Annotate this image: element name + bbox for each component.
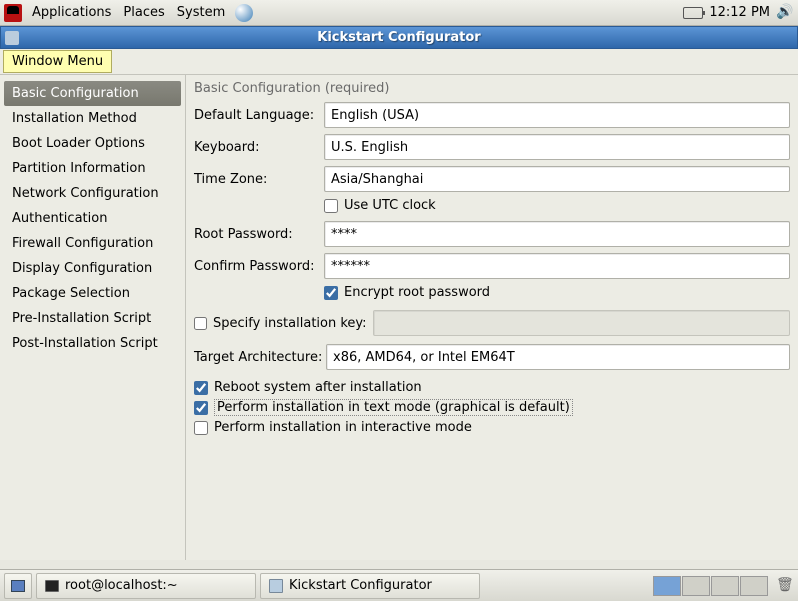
sidebar-item-post-installation-script[interactable]: Post-Installation Script (4, 331, 181, 356)
label-interactive[interactable]: Perform installation in interactive mode (214, 420, 472, 435)
window-menu-button[interactable]: Window Menu (3, 50, 112, 73)
menu-places[interactable]: Places (117, 5, 170, 20)
trash-icon[interactable] (776, 577, 794, 595)
taskbar-item-kickstart[interactable]: Kickstart Configurator (260, 573, 480, 599)
sidebar-item-boot-loader-options[interactable]: Boot Loader Options (4, 131, 181, 156)
input-default-language[interactable] (324, 102, 790, 128)
input-confirm-password[interactable] (324, 253, 790, 279)
input-target-arch[interactable] (326, 344, 790, 370)
checkbox-reboot-after[interactable] (194, 381, 208, 395)
checkbox-encrypt-root[interactable] (324, 286, 338, 300)
sidebar-item-firewall-configuration[interactable]: Firewall Configuration (4, 231, 181, 256)
menubar: Window Menu (0, 49, 798, 75)
taskbar-item-kickstart-label: Kickstart Configurator (289, 578, 432, 593)
label-target-arch: Target Architecture: (194, 350, 326, 365)
workspace-1[interactable] (653, 576, 681, 596)
sidebar-item-partition-information[interactable]: Partition Information (4, 156, 181, 181)
window-icon (5, 31, 19, 45)
input-root-password[interactable] (324, 221, 790, 247)
titlebar[interactable]: Kickstart Configurator (0, 26, 798, 49)
kickstart-window: Kickstart Configurator Window Menu Basic… (0, 26, 798, 560)
bottom-panel: root@localhost:~ Kickstart Configurator (0, 569, 798, 601)
checkbox-interactive[interactable] (194, 421, 208, 435)
taskbar-item-terminal-label: root@localhost:~ (65, 578, 178, 593)
workspace-2[interactable] (682, 576, 710, 596)
label-text-mode[interactable]: Perform installation in text mode (graph… (214, 399, 573, 416)
workspace-pager (653, 576, 768, 596)
redhat-icon[interactable] (4, 4, 22, 22)
label-confirm-password: Confirm Password: (194, 259, 324, 274)
top-panel: Applications Places System 12:12 PM (0, 0, 798, 26)
label-reboot-after[interactable]: Reboot system after installation (214, 380, 422, 395)
input-keyboard[interactable] (324, 134, 790, 160)
terminal-icon (45, 580, 59, 592)
sidebar-item-network-configuration[interactable]: Network Configuration (4, 181, 181, 206)
label-specify-key[interactable]: Specify installation key: (213, 316, 367, 331)
clock[interactable]: 12:12 PM (709, 5, 770, 20)
checkbox-text-mode[interactable] (194, 401, 208, 415)
label-root-password: Root Password: (194, 227, 324, 242)
config-icon (269, 579, 283, 593)
workspace-4[interactable] (740, 576, 768, 596)
sidebar-item-basic-configuration[interactable]: Basic Configuration (4, 81, 181, 106)
workspace-3[interactable] (711, 576, 739, 596)
label-default-language: Default Language: (194, 108, 324, 123)
sidebar-item-display-configuration[interactable]: Display Configuration (4, 256, 181, 281)
menu-system[interactable]: System (171, 5, 231, 20)
content: Basic Configuration (required) Default L… (186, 75, 798, 560)
menu-applications[interactable]: Applications (26, 5, 117, 20)
sidebar-item-pre-installation-script[interactable]: Pre-Installation Script (4, 306, 181, 331)
label-use-utc[interactable]: Use UTC clock (344, 198, 436, 213)
label-time-zone: Time Zone: (194, 172, 324, 187)
taskbar-item-terminal[interactable]: root@localhost:~ (36, 573, 256, 599)
sidebar-item-installation-method[interactable]: Installation Method (4, 106, 181, 131)
sidebar-item-package-selection[interactable]: Package Selection (4, 281, 181, 306)
input-installation-key (373, 310, 790, 336)
desktop-icon (11, 580, 25, 592)
input-time-zone[interactable] (324, 166, 790, 192)
checkbox-specify-key[interactable] (194, 317, 207, 330)
volume-icon[interactable] (776, 4, 794, 22)
sidebar-item-authentication[interactable]: Authentication (4, 206, 181, 231)
label-encrypt-root[interactable]: Encrypt root password (344, 285, 490, 300)
sidebar: Basic Configuration Installation Method … (0, 75, 186, 560)
label-keyboard: Keyboard: (194, 140, 324, 155)
checkbox-use-utc[interactable] (324, 199, 338, 213)
section-title: Basic Configuration (required) (194, 79, 790, 102)
battery-icon[interactable] (683, 7, 703, 19)
globe-icon[interactable] (235, 4, 253, 22)
window-title: Kickstart Configurator (317, 30, 480, 45)
show-desktop-button[interactable] (4, 573, 32, 599)
